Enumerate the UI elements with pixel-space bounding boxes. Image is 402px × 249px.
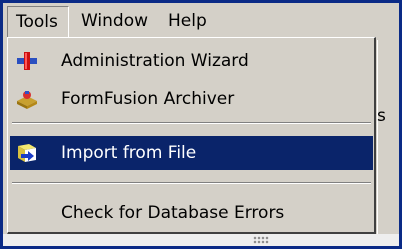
resize-grip-icon[interactable] xyxy=(253,236,269,244)
menu-item-label: Import from File xyxy=(61,143,197,163)
menu-item-import-from-file[interactable]: Import from File xyxy=(10,136,373,170)
menu-item-formfusion-archiver[interactable]: FormFusion Archiver xyxy=(10,82,373,116)
menu-item-label: Check for Database Errors xyxy=(61,203,285,223)
menu-separator xyxy=(12,182,371,184)
menu-item-label: FormFusion Archiver xyxy=(61,89,235,109)
menu-bar: Tools Window Help xyxy=(3,3,399,37)
menu-help[interactable]: Help xyxy=(168,10,207,32)
status-strip xyxy=(3,234,399,246)
menu-item-administration-wizard[interactable]: Administration Wizard xyxy=(10,44,373,78)
menu-window[interactable]: Window xyxy=(81,10,148,32)
menu-tools[interactable]: Tools xyxy=(7,6,69,37)
window-edge xyxy=(377,40,378,234)
tools-dropdown-menu: Administration Wizard FormFusion Archive… xyxy=(7,37,376,234)
background-partial-text: s xyxy=(377,106,386,126)
menu-separator xyxy=(12,122,371,124)
import-file-icon xyxy=(15,142,39,164)
administration-wizard-icon xyxy=(15,50,39,72)
menu-item-check-database-errors[interactable]: Check for Database Errors xyxy=(10,196,373,230)
archiver-icon xyxy=(15,88,39,110)
menu-item-label: Administration Wizard xyxy=(61,51,249,71)
